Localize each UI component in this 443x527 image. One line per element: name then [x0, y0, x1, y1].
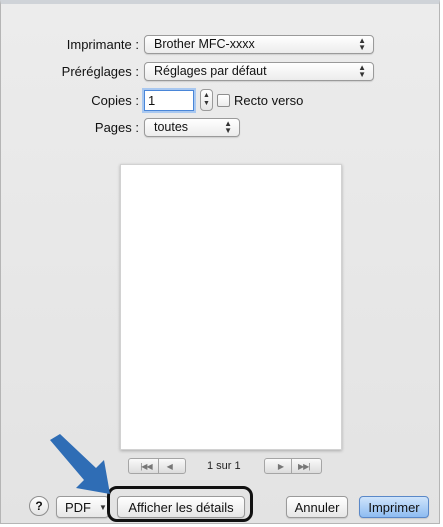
- presets-popup[interactable]: Réglages par défaut ▲ ▼: [144, 62, 374, 81]
- duplex-checkbox[interactable]: [217, 93, 230, 107]
- previous-page-icon[interactable]: ◀: [159, 462, 180, 471]
- printer-row: Imprimante : Brother MFC-xxxx ▲ ▼: [1, 35, 374, 54]
- print-button[interactable]: Imprimer: [359, 496, 429, 518]
- first-page-icon[interactable]: |◀◀: [134, 462, 157, 471]
- printer-label: Imprimante :: [66, 37, 139, 52]
- copies-field[interactable]: 1: [144, 89, 194, 111]
- up-down-arrows-icon: ▲ ▼: [224, 119, 232, 135]
- stepper-icon[interactable]: ▲ ▼: [200, 89, 213, 111]
- presets-row: Préréglages : Réglages par défaut ▲ ▼: [1, 62, 374, 81]
- preview-navigation: |◀◀ ◀ 1 sur 1 ▶ ▶▶|: [128, 458, 322, 474]
- up-down-arrows-icon: ▲ ▼: [358, 63, 366, 79]
- page-indicator: 1 sur 1: [207, 460, 241, 472]
- callout-arrow-icon: [50, 434, 110, 494]
- up-down-arrows-icon: ▲ ▼: [358, 36, 366, 52]
- presets-value: Réglages par défaut: [154, 64, 267, 78]
- cancel-button[interactable]: Annuler: [286, 496, 348, 518]
- next-last-buttons: ▶ ▶▶|: [263, 458, 322, 474]
- next-page-icon[interactable]: ▶: [270, 462, 291, 471]
- pdf-menu-button[interactable]: PDF ▼: [56, 496, 109, 518]
- copies-label: Copies :: [91, 92, 139, 108]
- printer-value: Brother MFC-xxxx: [154, 37, 255, 51]
- first-previous-buttons: |◀◀ ◀: [128, 458, 186, 474]
- copies-row: Copies : 1 ▲ ▼ Recto verso: [1, 89, 303, 111]
- details-highlight-outline: [107, 486, 253, 522]
- page-preview: [120, 164, 342, 450]
- pages-value: toutes: [154, 120, 189, 134]
- dropdown-arrow-icon: ▼: [99, 502, 107, 512]
- pdf-label: PDF: [65, 499, 91, 515]
- pages-row: Pages : toutes ▲ ▼: [1, 118, 240, 137]
- presets-label: Préréglages :: [61, 64, 139, 79]
- pages-popup[interactable]: toutes ▲ ▼: [144, 118, 240, 137]
- duplex-label: Recto verso: [234, 92, 304, 108]
- help-icon[interactable]: ?: [29, 496, 49, 516]
- last-page-icon[interactable]: ▶▶|: [292, 462, 315, 471]
- pages-label: Pages :: [94, 120, 139, 135]
- printer-popup[interactable]: Brother MFC-xxxx ▲ ▼: [144, 35, 374, 54]
